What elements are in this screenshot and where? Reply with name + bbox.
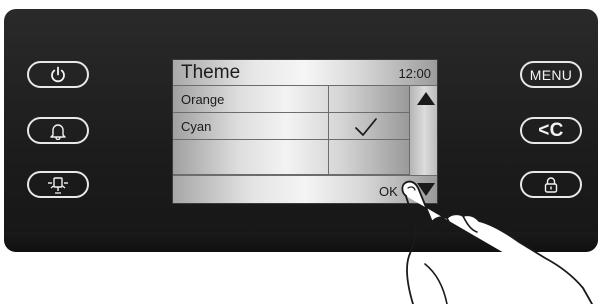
screen-title: Theme xyxy=(181,62,241,83)
checkmark-icon xyxy=(355,118,377,136)
light-button[interactable] xyxy=(27,171,89,198)
clock-time: 12:00 xyxy=(398,66,431,81)
menu-button-label: MENU xyxy=(529,66,573,83)
list-divider xyxy=(328,86,329,112)
scrollbar[interactable] xyxy=(409,86,437,175)
list-divider xyxy=(328,113,329,139)
menu-button[interactable]: MENU xyxy=(520,61,582,88)
screen-header: Theme 12:00 xyxy=(173,60,437,86)
back-clear-icon: <C xyxy=(538,119,564,141)
list-item-label: Orange xyxy=(181,92,225,107)
list-item-cyan[interactable]: Cyan xyxy=(173,113,409,140)
light-bulb-icon xyxy=(48,176,68,194)
list-item-label: Cyan xyxy=(181,119,212,134)
pointing-hand-icon xyxy=(401,180,593,304)
list-divider xyxy=(328,140,329,174)
list-item-orange[interactable]: Orange xyxy=(173,86,409,113)
alarm-button[interactable] xyxy=(27,117,89,144)
power-icon xyxy=(51,66,65,82)
bell-icon xyxy=(50,123,66,140)
triangle-up-icon[interactable] xyxy=(417,92,435,105)
power-button[interactable] xyxy=(27,61,89,88)
list-item-empty[interactable] xyxy=(173,140,409,175)
back-clear-button[interactable]: <C xyxy=(520,117,582,144)
